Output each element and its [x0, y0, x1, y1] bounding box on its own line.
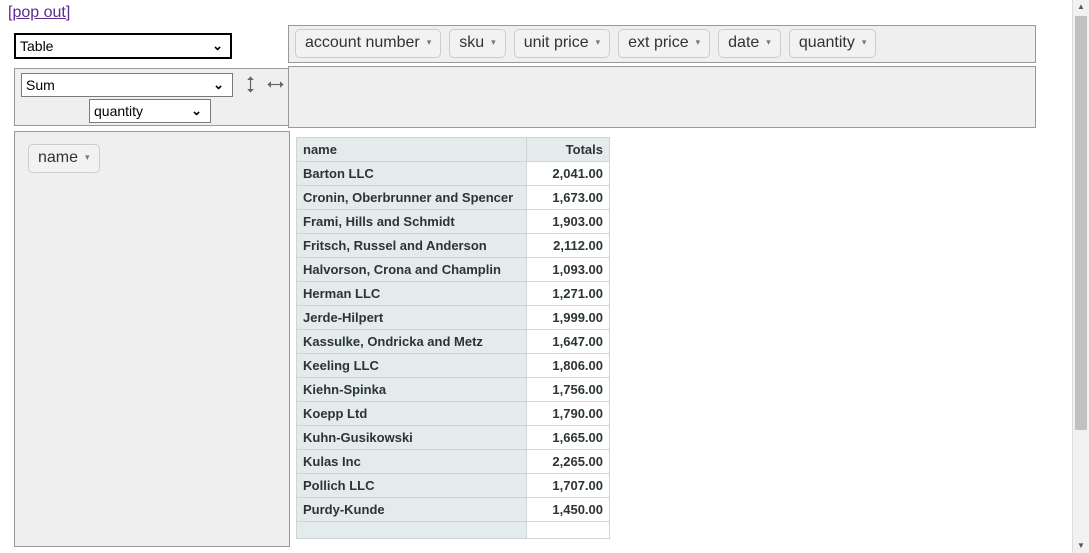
aggregator-row: Sum ⌄	[21, 73, 285, 97]
row-total-cell: 1,707.00	[525, 473, 610, 498]
pill-label: sku	[459, 34, 485, 52]
columns-drop-zone[interactable]	[288, 66, 1036, 128]
pill-label: account number	[305, 34, 420, 52]
table-row: Halvorson, Crona and Champlin 1,093.00	[296, 257, 610, 282]
rows-drop-zone[interactable]: name ▾	[14, 131, 290, 547]
row-label-cell: Herman LLC	[296, 281, 527, 306]
row-label-cell: Keeling LLC	[296, 353, 527, 378]
totals-label: Totals	[525, 137, 610, 162]
aggregator-select-wrapper: Sum ⌄	[21, 73, 233, 97]
table-row: Purdy-Kunde 1,450.00	[296, 497, 610, 522]
unused-pill-unit-price[interactable]: unit price ▾	[513, 29, 611, 59]
table-row: Fritsch, Russel and Anderson 2,112.00	[296, 233, 610, 258]
row-label-cell: Fritsch, Russel and Anderson	[296, 233, 527, 258]
row-total-cell: 1,756.00	[525, 377, 610, 402]
aggregator-attribute-select[interactable]: quantity	[89, 99, 211, 123]
rows-pill-list: name ▾	[28, 144, 100, 174]
table-row: Frami, Hills and Schmidt 1,903.00	[296, 209, 610, 234]
page-scrollbar[interactable]: ▲ ▼	[1072, 0, 1089, 553]
sort-vertical-icon[interactable]	[244, 74, 257, 95]
pivottable-page: [pop out] Table ⌄ Sum ⌄ quantity ⌄ name …	[0, 0, 1089, 553]
sort-controls	[244, 74, 290, 96]
pivot-table-body: Barton LLC 2,041.00 Cronin, Oberbrunner an…	[296, 161, 610, 539]
pill-label: ext price	[628, 34, 689, 52]
unused-pill-account-number[interactable]: account number ▾	[295, 29, 442, 59]
row-total-cell: 1,790.00	[525, 401, 610, 426]
aggregator-panel: Sum ⌄ quantity ⌄	[14, 68, 290, 126]
row-total-cell	[525, 521, 610, 539]
chevron-down-icon[interactable]: ▾	[696, 33, 701, 51]
pill-label: unit price	[523, 34, 589, 52]
row-total-cell: 1,450.00	[525, 497, 610, 522]
unused-pill-date[interactable]: date ▾	[718, 29, 781, 59]
row-total-cell: 1,647.00	[525, 329, 610, 354]
row-label-cell	[296, 521, 527, 539]
pill-label: quantity	[798, 34, 855, 52]
table-header-row: name Totals	[296, 137, 610, 162]
unused-pill-quantity[interactable]: quantity ▾	[788, 29, 877, 59]
row-total-cell: 1,665.00	[525, 425, 610, 450]
scrollbar-thumb[interactable]	[1075, 16, 1087, 430]
table-row: Jerde-Hilpert 1,999.00	[296, 305, 610, 330]
chevron-down-icon[interactable]: ▾	[862, 33, 867, 51]
row-total-cell: 1,093.00	[525, 257, 610, 282]
table-row: Keeling LLC 1,806.00	[296, 353, 610, 378]
row-label-cell: Kuhn-Gusikowski	[296, 425, 527, 450]
renderer-select-wrapper: Table ⌄	[14, 33, 232, 59]
unused-pill-ext-price[interactable]: ext price ▾	[618, 29, 711, 59]
chevron-down-icon[interactable]: ▾	[766, 33, 771, 51]
row-total-cell: 2,041.00	[525, 161, 610, 186]
chevron-down-icon[interactable]: ▾	[491, 33, 496, 51]
aggregator-attribute-select-wrapper: quantity ⌄	[89, 99, 211, 123]
row-label-cell: Barton LLC	[296, 161, 527, 186]
table-row: Barton LLC 2,041.00	[296, 161, 610, 186]
table-row: Kulas Inc 2,265.00	[296, 449, 610, 474]
chevron-down-icon[interactable]: ▾	[85, 148, 90, 166]
row-label-cell: Kulas Inc	[296, 449, 527, 474]
pill-label: date	[728, 34, 760, 52]
row-total-cell: 1,673.00	[525, 185, 610, 210]
table-row: Kiehn-Spinka 1,756.00	[296, 377, 610, 402]
row-label-cell: Jerde-Hilpert	[296, 305, 527, 330]
row-total-cell: 1,903.00	[525, 209, 610, 234]
row-label-cell: Pollich LLC	[296, 473, 527, 498]
row-label-cell: Koepp Ltd	[296, 401, 527, 426]
row-label-cell: Halvorson, Crona and Champlin	[296, 257, 527, 282]
row-total-cell: 2,112.00	[525, 233, 610, 258]
renderer-select[interactable]: Table	[14, 33, 232, 59]
table-row: Pollich LLC 1,707.00	[296, 473, 610, 498]
table-row: Cronin, Oberbrunner and Spencer 1,673.00	[296, 185, 610, 210]
pivot-table: name Totals Barton LLC 2,041.00 Cronin, Ob…	[296, 137, 610, 539]
row-label-cell: Frami, Hills and Schmidt	[296, 209, 527, 234]
pop-out-link[interactable]: [pop out]	[8, 4, 70, 22]
sort-horizontal-icon[interactable]	[265, 78, 286, 91]
table-row	[296, 521, 610, 539]
row-total-cell: 2,265.00	[525, 449, 610, 474]
table-row: Koepp Ltd 1,790.00	[296, 401, 610, 426]
table-row: Herman LLC 1,271.00	[296, 281, 610, 306]
pill-label: name	[38, 149, 79, 167]
table-row: Kuhn-Gusikowski 1,665.00	[296, 425, 610, 450]
chevron-down-icon[interactable]: ▾	[596, 33, 601, 51]
row-label-cell: Kiehn-Spinka	[296, 377, 527, 402]
scroll-down-arrow-icon[interactable]: ▼	[1073, 539, 1089, 553]
row-axis-label[interactable]: name	[296, 137, 527, 162]
row-total-cell: 1,806.00	[525, 353, 610, 378]
chevron-down-icon[interactable]: ▾	[427, 33, 432, 51]
scroll-up-arrow-icon[interactable]: ▲	[1073, 0, 1089, 14]
row-total-cell: 1,271.00	[525, 281, 610, 306]
row-label-cell: Cronin, Oberbrunner and Spencer	[296, 185, 527, 210]
row-total-cell: 1,999.00	[525, 305, 610, 330]
unused-pill-sku[interactable]: sku ▾	[449, 29, 506, 59]
row-label-cell: Purdy-Kunde	[296, 497, 527, 522]
pivot-table-container: name Totals Barton LLC 2,041.00 Cronin, Ob…	[296, 137, 610, 547]
unused-attributes-zone[interactable]: account number ▾ sku ▾ unit price ▾ ext pri…	[288, 25, 1036, 63]
rows-pill-name[interactable]: name ▾	[28, 144, 100, 174]
table-row: Kassulke, Ondricka and Metz 1,647.00	[296, 329, 610, 354]
row-label-cell: Kassulke, Ondricka and Metz	[296, 329, 527, 354]
aggregator-select[interactable]: Sum	[21, 73, 233, 97]
